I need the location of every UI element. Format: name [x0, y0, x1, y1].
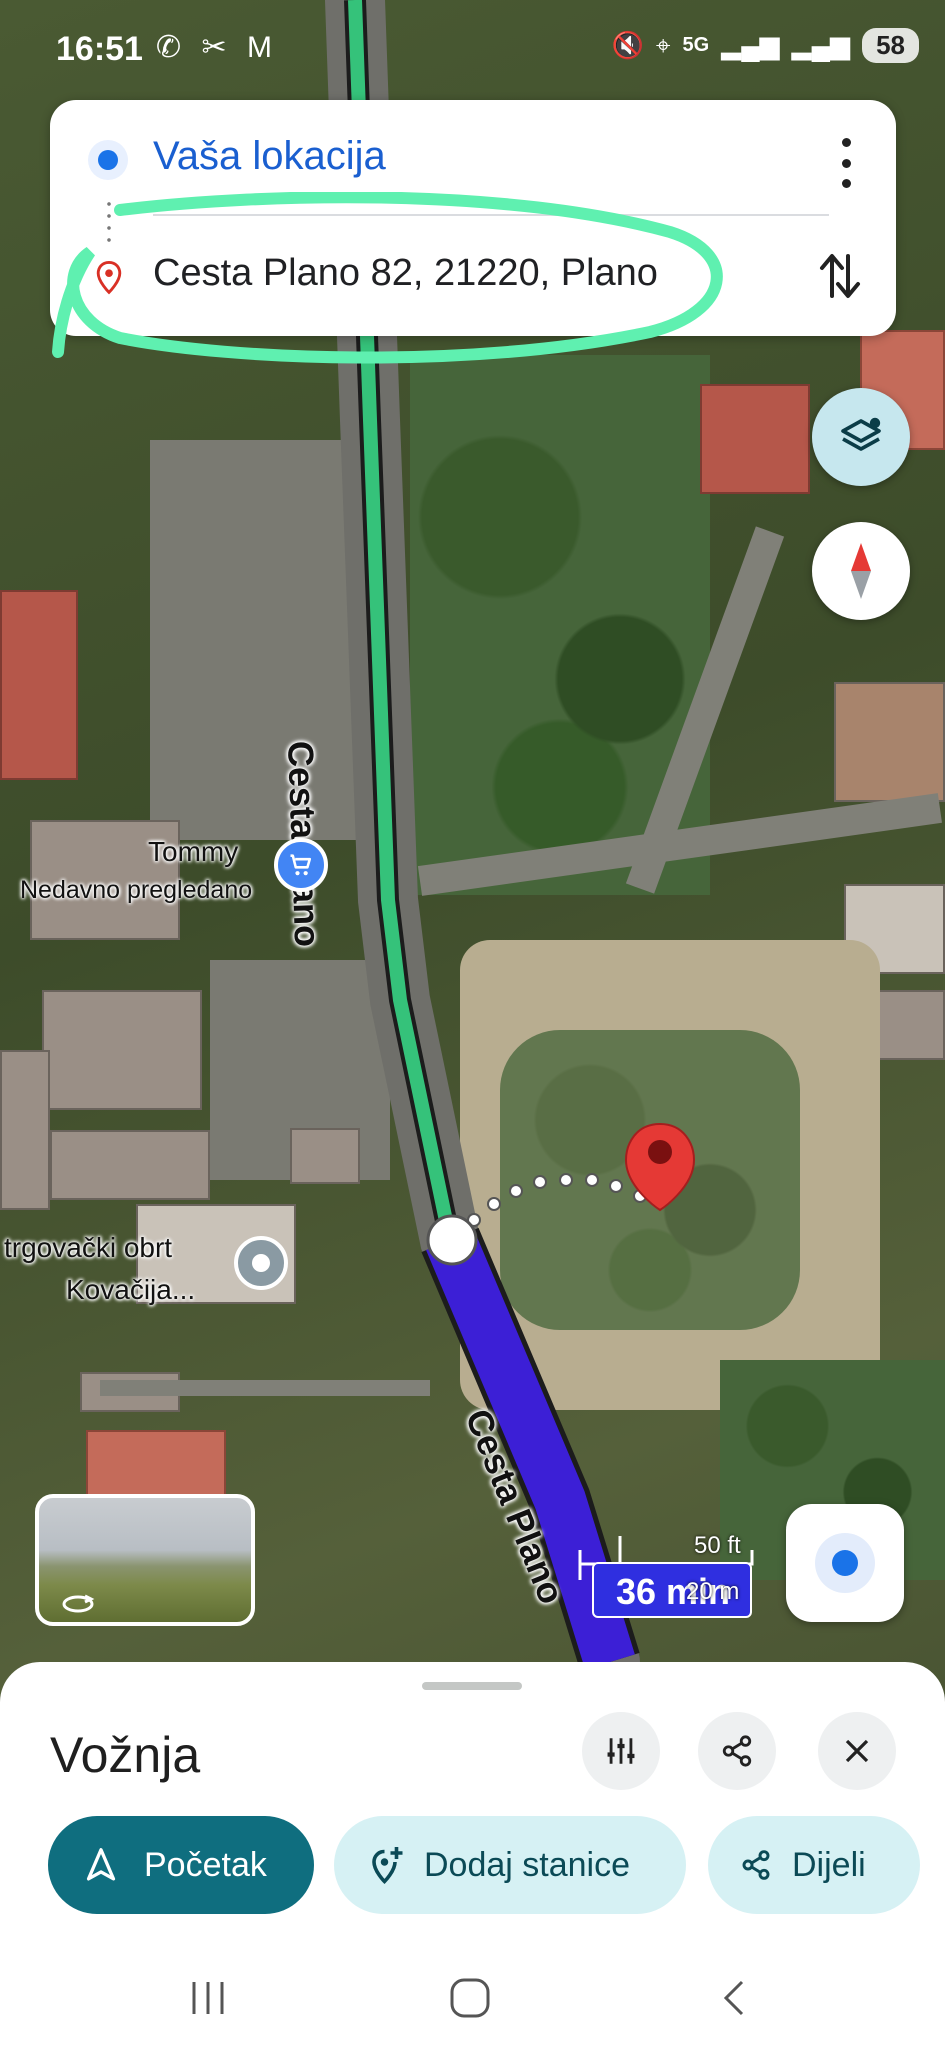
poi-label[interactable]: trgovački obrt [4, 1232, 172, 1264]
share-icon [722, 1735, 752, 1767]
signal-icon: ▂▄▆ [721, 30, 780, 60]
system-nav-bar [0, 1944, 945, 2048]
back-icon[interactable] [716, 1978, 752, 2018]
network-label: 5G [682, 34, 710, 56]
location-icon: ⌖ [655, 29, 671, 60]
layers-icon [841, 417, 881, 451]
home-icon[interactable] [448, 1978, 492, 2018]
share-icon [742, 1850, 770, 1880]
status-bar: 16:51 ✆ ✂ M 🔇 ⌖ 5G ▂▄▆ ▂▄▆ 58 [0, 0, 945, 100]
tune-icon [607, 1738, 635, 1764]
scale-m-label: 20 m [686, 1578, 740, 1605]
place-marker-icon[interactable] [234, 1236, 288, 1290]
share-button[interactable] [698, 1712, 776, 1790]
layers-button[interactable] [812, 388, 910, 486]
origin-field[interactable]: Vaša lokacija [153, 134, 386, 179]
battery-indicator: 58 [862, 28, 919, 63]
start-label: Početak [144, 1845, 267, 1884]
share-chip-button[interactable]: Dijeli [708, 1816, 920, 1914]
poi-label-line2[interactable]: Kovačija... [66, 1274, 195, 1306]
poi-label[interactable]: Tommy [148, 836, 238, 868]
add-stops-label: Dodaj stanice [424, 1845, 631, 1884]
street-view-thumbnail[interactable] [35, 1494, 255, 1626]
notification-icons: ✆ ✂ M [156, 31, 278, 64]
my-location-icon [815, 1533, 875, 1593]
share-chip-label: Dijeli [792, 1845, 866, 1884]
drag-handle[interactable] [422, 1682, 522, 1690]
sheet-title: Vožnja [50, 1727, 201, 1783]
swap-icon[interactable] [818, 250, 862, 307]
origin-dot-icon [88, 140, 128, 180]
navigation-arrow-icon [86, 1848, 116, 1881]
signal-icon-2: ▂▄▆ [791, 30, 851, 60]
recents-icon[interactable] [186, 1978, 230, 2018]
add-stop-icon [372, 1847, 403, 1885]
start-button[interactable]: Početak [48, 1816, 314, 1914]
my-location-button[interactable] [786, 1504, 904, 1622]
more-vert-icon[interactable] [836, 138, 856, 188]
route-options-button[interactable] [582, 1712, 660, 1790]
poi-sublabel[interactable]: Nedavno pregledano [20, 876, 252, 905]
highlight-annotation [52, 192, 723, 364]
mute-icon: 🔇 [611, 30, 644, 60]
compass-icon [851, 543, 871, 599]
system-icons: 🔇 ⌖ 5G ▂▄▆ ▂▄▆ 58 [612, 28, 919, 63]
close-icon [845, 1739, 869, 1763]
shopping-cart-icon[interactable] [274, 838, 328, 892]
scale-ft-label: 50 ft [694, 1532, 741, 1559]
clock: 16:51 [56, 30, 143, 68]
close-button[interactable] [818, 1712, 896, 1790]
compass-button[interactable] [812, 522, 910, 620]
add-stops-button[interactable]: Dodaj stanice [334, 1816, 686, 1914]
street-view-icon [62, 1594, 95, 1613]
